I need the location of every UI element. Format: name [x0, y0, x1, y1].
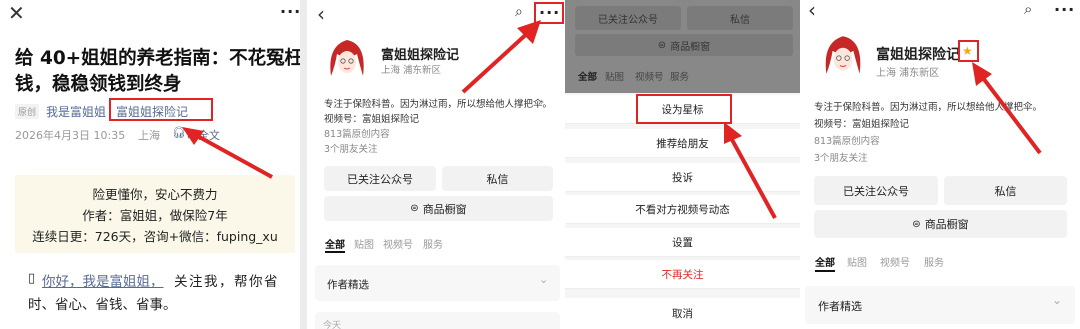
- shop-icon: ⊜: [912, 218, 921, 230]
- message-button: 私信: [687, 6, 793, 30]
- profile-starred-panel: ‹ ⌕ ··· 富姐姐探险记 ★ 上海 浦东新区 专注于保险科普。因为淋过雨，所…: [800, 0, 1080, 329]
- message-button[interactable]: 私信: [944, 176, 1067, 205]
- search-icon[interactable]: ⌕: [1024, 0, 1032, 18]
- followed-button: 已关注公众号: [575, 6, 681, 30]
- shop-window-button[interactable]: ⊜ 商品橱窗: [814, 210, 1067, 238]
- tab-all[interactable]: 全部: [325, 236, 345, 251]
- channel-link[interactable]: 视频号：富姐姐探险记: [814, 116, 909, 130]
- article-icon: ▯: [28, 271, 36, 286]
- message-button[interactable]: 私信: [442, 166, 553, 191]
- friends-count: 3个朋友关注: [814, 153, 868, 164]
- quote-line-3: 连续日更：726天，咨询+微信：fuping_xu: [32, 229, 278, 244]
- tab-posts[interactable]: 贴图: [354, 236, 374, 251]
- original-tag: 原创: [15, 104, 40, 119]
- article-title-line2: 钱，稳稳领钱到终身: [15, 74, 182, 95]
- friends-count: 3个朋友关注: [324, 144, 378, 155]
- profile-location: 上海 浦东新区: [876, 68, 940, 79]
- shop-icon: ⊜: [657, 39, 667, 51]
- annotation-arrow: [461, 20, 541, 94]
- body-greeting: 你好，我是富姐姐，: [42, 274, 164, 290]
- back-icon[interactable]: ‹: [808, 0, 816, 22]
- chevron-down-icon[interactable]: ⌄: [539, 273, 548, 286]
- shop-window-label: 商品橱窗: [924, 218, 969, 231]
- close-icon[interactable]: ✕: [8, 1, 25, 25]
- annotation-arrow: [724, 122, 777, 219]
- panel-divider: [300, 0, 307, 329]
- tab-videos[interactable]: 视频号: [880, 254, 910, 269]
- tab-videos: 视频号: [635, 72, 664, 83]
- article-title-line1: 给 40+姐姐的养老指南：不花冤枉: [15, 48, 300, 69]
- tab-posts: 贴图: [605, 72, 625, 83]
- profile-bio: 专注于保险科普。因为淋过雨，所以想给他人撑把伞。: [324, 99, 553, 110]
- featured-label: 作者精选: [327, 279, 369, 291]
- author-name[interactable]: 我是富姐姐: [46, 103, 106, 120]
- featured-label: 作者精选: [818, 300, 862, 313]
- tab-active-indicator: [325, 251, 345, 253]
- profile-name: 富姐姐探险记: [381, 48, 460, 63]
- followed-button[interactable]: 已关注公众号: [324, 166, 436, 191]
- article-panel: ✕ ··· 给 40+姐姐的养老指南：不花冤枉 钱，稳稳领钱到终身 原创 我是富…: [0, 0, 300, 329]
- annotation-box: [636, 94, 732, 124]
- menu-settings[interactable]: 设置: [565, 228, 800, 257]
- tab-services[interactable]: 服务: [924, 254, 944, 269]
- shop-window-button: ⊜ 商品橱窗: [575, 34, 793, 56]
- today-card: [315, 312, 560, 329]
- annotation-box: [109, 98, 213, 121]
- today-label: 今天: [323, 321, 342, 329]
- chevron-down-icon[interactable]: ⌄: [1052, 293, 1062, 307]
- profile-name: 富姐姐探险记: [876, 47, 960, 63]
- shop-icon: ⊜: [410, 203, 419, 214]
- tab-all[interactable]: 全部: [815, 254, 835, 269]
- menu-unfollow[interactable]: 不再关注: [565, 260, 800, 289]
- avatar[interactable]: [321, 32, 373, 84]
- tab-videos[interactable]: 视频号: [383, 236, 413, 251]
- shop-window-button[interactable]: ⊜ 商品橱窗: [324, 196, 553, 221]
- more-icon[interactable]: ···: [280, 2, 300, 21]
- tab-all: 全部: [578, 72, 598, 83]
- annotation-arrow: [972, 62, 1042, 155]
- article-count: 813篇原创内容: [324, 129, 390, 140]
- body-text-1: 关注我，帮你省: [174, 274, 279, 290]
- shop-window-label: 商品橱窗: [422, 202, 467, 216]
- annotation-arrow: [182, 127, 273, 179]
- publish-date: 2026年4月3日 10:35: [15, 129, 126, 142]
- quote-line-1: 险更懂你，安心不费力: [92, 187, 218, 202]
- followed-button[interactable]: 已关注公众号: [814, 176, 938, 205]
- menu-cancel[interactable]: 取消: [565, 298, 800, 329]
- profile-location: 上海 浦东新区: [381, 65, 442, 76]
- action-sheet-panel: 已关注公众号 私信 ⊜ 商品橱窗 全部 贴图 视频号 服务 设为星标 推荐给朋友…: [565, 0, 800, 329]
- shop-window-label: 商品橱窗: [670, 41, 711, 53]
- quote-line-2: 作者：富姐姐，做保险7年: [82, 208, 228, 223]
- profile-panel: ‹ ⌕ ··· 富姐姐探险记 上海 浦东新区 专注于保险科普。因为淋过雨，所以想…: [307, 0, 565, 329]
- body-text-2: 时、省心、省钱、省事。: [28, 297, 177, 313]
- more-icon[interactable]: ···: [1054, 0, 1075, 19]
- tab-services[interactable]: 服务: [423, 236, 443, 251]
- publish-location: 上海: [138, 129, 160, 142]
- article-count: 813篇原创内容: [814, 136, 880, 147]
- back-icon[interactable]: ‹: [317, 2, 325, 26]
- avatar[interactable]: [816, 28, 870, 82]
- tab-active-indicator: [815, 270, 835, 272]
- tab-services: 服务: [670, 72, 690, 83]
- tab-posts[interactable]: 贴图: [847, 254, 867, 269]
- channel-link[interactable]: 视频号：富姐姐探险记: [324, 111, 419, 125]
